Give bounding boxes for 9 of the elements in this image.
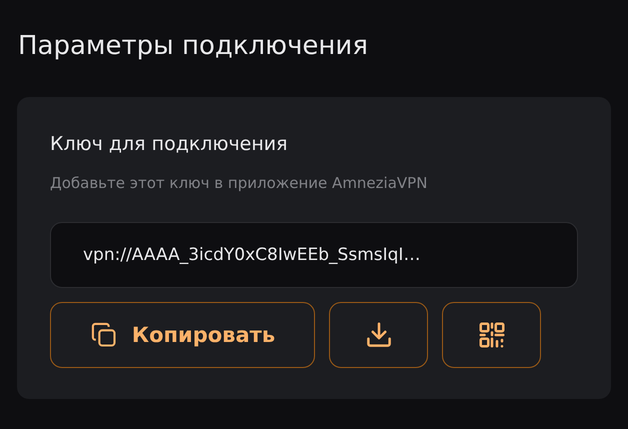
copy-button[interactable]: Копировать <box>50 302 315 368</box>
page-title: Параметры подключения <box>18 30 369 63</box>
qr-code-icon <box>476 320 506 350</box>
copy-icon <box>90 321 118 349</box>
hint-text: Добавьте этот ключ в приложение AmneziaVPN <box>50 173 428 194</box>
download-button[interactable] <box>329 302 428 368</box>
key-field[interactable]: vpn://AAAA_3icdY0xC8IwEEb_SsmsIqI… <box>50 222 578 288</box>
section-heading: Ключ для подключения <box>50 132 289 157</box>
qr-code-button[interactable] <box>442 302 541 368</box>
